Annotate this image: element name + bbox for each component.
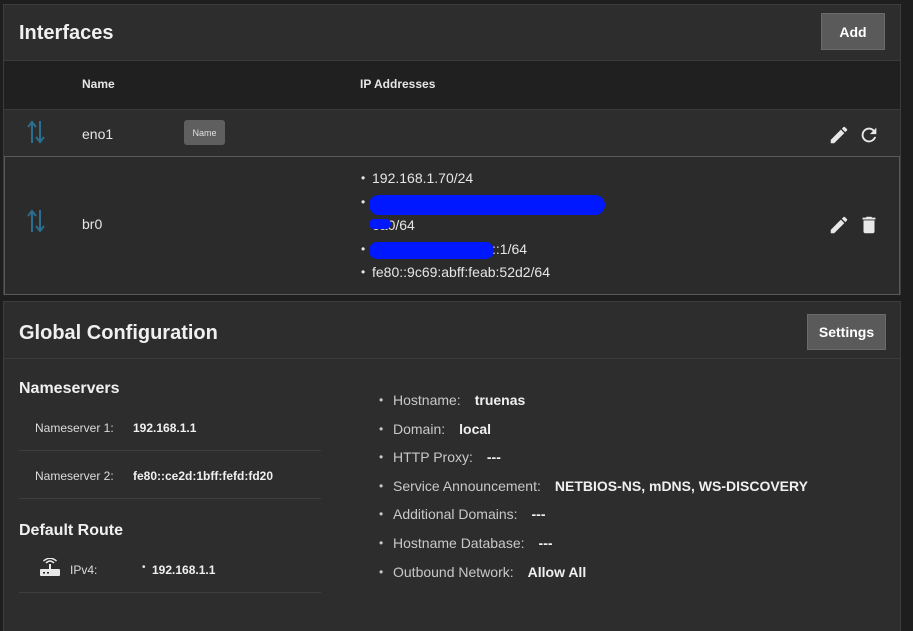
default-route-heading: Default Route bbox=[19, 522, 123, 539]
nameserver-value: 192.168.1.1 bbox=[133, 421, 197, 435]
config-item-hostname-database: Hostname Database:--- bbox=[379, 535, 808, 564]
ip-address-item: 6a0/64 bbox=[372, 214, 550, 238]
config-item-service-announcement: Service Announcement:NETBIOS-NS, mDNS, W… bbox=[379, 478, 808, 507]
global-config-list: Hostname:truenas Domain:local HTTP Proxy… bbox=[379, 392, 808, 592]
table-row-eno1[interactable]: eno1 Name bbox=[4, 109, 900, 157]
name-chip: Name bbox=[184, 120, 225, 145]
default-route-row: IPv4: • 192.168.1.1 bbox=[19, 548, 321, 593]
settings-button[interactable]: Settings bbox=[807, 314, 886, 350]
redaction-mark bbox=[369, 219, 391, 229]
global-configuration-panel: Global Configuration Settings Nameserver… bbox=[3, 301, 901, 631]
ipv4-value: 192.168.1.1 bbox=[152, 563, 216, 577]
interface-name-eno1: eno1 bbox=[82, 126, 114, 142]
network-arrows-icon bbox=[27, 120, 45, 144]
nameservers-heading: Nameservers bbox=[19, 380, 120, 397]
interface-name-br0: br0 bbox=[82, 216, 103, 232]
global-configuration-title: Global Configuration bbox=[19, 322, 218, 344]
column-header-ip-addresses[interactable]: IP Addresses bbox=[360, 77, 435, 91]
interfaces-panel: Interfaces Add Name IP Addresses eno1 Na… bbox=[3, 4, 901, 295]
delete-icon[interactable] bbox=[858, 214, 880, 236]
ipv4-label: IPv4: bbox=[70, 563, 98, 577]
table-row-br0[interactable]: br0 192.168.1.70/24 6a0/64 ::1/64 fe80::… bbox=[4, 156, 900, 295]
config-item-additional-domains: Additional Domains:--- bbox=[379, 506, 808, 535]
add-button[interactable]: Add bbox=[821, 13, 885, 50]
router-icon bbox=[40, 558, 60, 576]
ip-address-item: fe80::9c69:abff:feab:52d2/64 bbox=[361, 261, 550, 285]
nameserver-label: Nameserver 2: bbox=[35, 469, 114, 483]
redaction-mark bbox=[369, 195, 605, 215]
config-item-hostname: Hostname:truenas bbox=[379, 392, 808, 421]
nameserver-value: fe80::ce2d:1bff:fefd:fd20 bbox=[133, 469, 274, 483]
edit-icon[interactable] bbox=[828, 214, 850, 236]
divider bbox=[4, 358, 900, 359]
refresh-icon[interactable] bbox=[858, 124, 880, 146]
interfaces-title: Interfaces bbox=[19, 22, 114, 44]
config-item-domain: Domain:local bbox=[379, 421, 808, 450]
interfaces-table-header: Name IP Addresses bbox=[4, 60, 900, 110]
ip-address-item: 192.168.1.70/24 bbox=[361, 167, 550, 191]
config-item-http-proxy: HTTP Proxy:--- bbox=[379, 449, 808, 478]
config-item-outbound-network: Outbound Network:Allow All bbox=[379, 564, 808, 593]
column-header-name[interactable]: Name bbox=[82, 77, 115, 91]
nameserver-row: Nameserver 1: 192.168.1.1 bbox=[19, 406, 321, 451]
redaction-mark bbox=[369, 242, 494, 259]
edit-icon[interactable] bbox=[828, 124, 850, 146]
nameserver-label: Nameserver 1: bbox=[35, 421, 114, 435]
nameserver-row: Nameserver 2: fe80::ce2d:1bff:fefd:fd20 bbox=[19, 454, 321, 499]
bullet: • bbox=[142, 562, 146, 573]
network-arrows-icon bbox=[27, 209, 45, 233]
